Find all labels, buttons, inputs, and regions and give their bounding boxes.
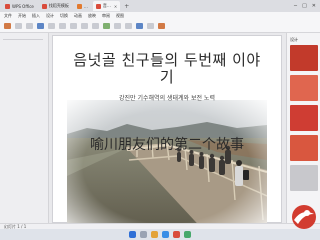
template-icon	[41, 3, 47, 9]
wps-app-icon[interactable]	[173, 231, 180, 238]
paste-icon[interactable]	[4, 22, 11, 29]
template-card[interactable]	[290, 135, 318, 161]
presentation-icon	[95, 3, 101, 9]
copy-icon[interactable]	[26, 22, 33, 29]
slide-subtitle[interactable]: 강진만 기수해역의 생태계와 보전 노력	[53, 93, 281, 102]
window-controls: ─ □ ✕	[294, 3, 320, 9]
template-card[interactable]	[290, 165, 318, 191]
maximize-icon[interactable]: □	[302, 3, 307, 9]
slide-canvas[interactable]: 음넛골 친구들의 두번째 이야 기 강진만 기수해역의 생태계와 보전 노력 喻…	[52, 35, 282, 234]
ribbon: 文件 开始 插入 设计 切换 动画 放映 审阅 视图	[0, 12, 320, 33]
textbox-icon[interactable]	[147, 22, 154, 29]
menu-view[interactable]: 视图	[116, 13, 124, 19]
wps-icon	[5, 3, 10, 9]
start-icon[interactable]	[129, 231, 136, 238]
panel-title: 设计	[290, 37, 298, 42]
app-icon[interactable]	[184, 231, 191, 238]
menu-transition[interactable]: 切换	[60, 13, 68, 19]
menu-file[interactable]: 文件	[4, 13, 12, 19]
title-line-2: 기	[159, 68, 175, 86]
tab-3[interactable]: 音… ✕	[92, 1, 121, 11]
font-icon[interactable]	[59, 22, 66, 29]
shape-icon[interactable]	[103, 22, 110, 29]
menu-slideshow[interactable]: 放映	[88, 13, 96, 19]
minimize-icon[interactable]: ─	[294, 3, 297, 9]
title-line-1: 음넛골 친구들의 두번째 이야	[73, 51, 261, 69]
tab-0[interactable]: WPS Office	[2, 1, 37, 11]
picture-icon[interactable]	[136, 22, 143, 29]
tab-1[interactable]: 找稻壳模板	[39, 1, 72, 11]
template-card[interactable]	[290, 45, 318, 71]
slide-title[interactable]: 음넛골 친구들의 두번째 이야 기	[53, 52, 281, 86]
divider	[3, 39, 43, 40]
toolbar	[0, 20, 320, 31]
menu-design[interactable]: 设计	[46, 13, 54, 19]
menu-insert[interactable]: 插入	[32, 13, 40, 19]
menu-animation[interactable]: 动画	[74, 13, 82, 19]
tab-label: 找稻壳模板	[48, 3, 69, 8]
close-window-icon[interactable]: ✕	[312, 3, 316, 9]
search-icon[interactable]	[140, 231, 147, 238]
doc-icon	[76, 3, 82, 9]
add-tab-button[interactable]: +	[124, 3, 129, 10]
template-card[interactable]	[290, 75, 318, 101]
underline-icon[interactable]	[92, 22, 99, 29]
design-panel: 设计	[286, 33, 320, 223]
floating-logo-icon[interactable]	[284, 200, 318, 230]
slide-thumbnail-pane[interactable]	[0, 33, 49, 223]
arrange-icon[interactable]	[125, 22, 132, 29]
find-icon[interactable]	[158, 22, 165, 29]
tab-2[interactable]: …	[74, 1, 91, 11]
folder-icon[interactable]	[151, 231, 158, 238]
align-icon[interactable]	[114, 22, 121, 29]
italic-icon[interactable]	[81, 22, 88, 29]
menu-home[interactable]: 开始	[18, 13, 26, 19]
tab-label: …	[83, 3, 88, 9]
cut-icon[interactable]	[15, 22, 22, 29]
taskbar	[0, 229, 320, 240]
layout-icon[interactable]	[48, 22, 55, 29]
tab-bar: WPS Office 找稻壳模板 … 音… ✕ + ─ □ ✕	[0, 0, 320, 12]
new-slide-icon[interactable]	[37, 22, 44, 29]
browser-icon[interactable]	[162, 231, 169, 238]
bold-icon[interactable]	[70, 22, 77, 29]
menu-review[interactable]: 审阅	[102, 13, 110, 19]
tab-label: WPS Office	[12, 3, 34, 9]
ribbon-menu: 文件 开始 插入 设计 切换 动画 放映 审阅 视图	[0, 12, 320, 20]
template-card[interactable]	[290, 105, 318, 131]
boardwalk-photo	[67, 100, 267, 234]
close-icon[interactable]: ✕	[114, 4, 117, 9]
tab-label: 音…	[102, 3, 111, 8]
chinese-title[interactable]: 喻川朋友们的第二个故事	[53, 134, 281, 154]
